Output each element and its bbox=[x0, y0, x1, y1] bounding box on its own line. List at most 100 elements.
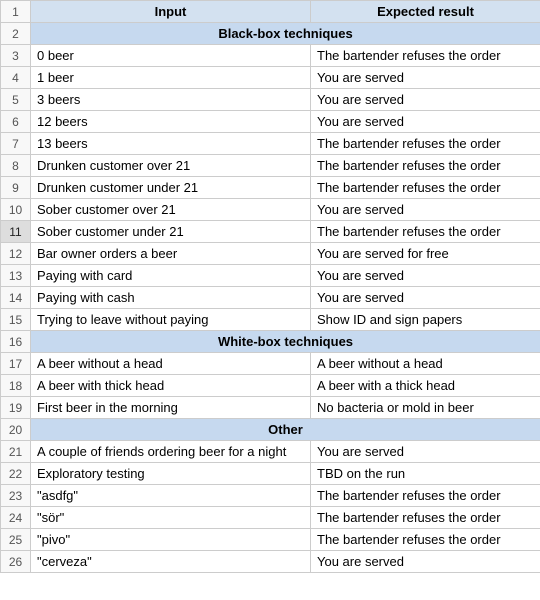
cell-expected[interactable]: You are served bbox=[311, 67, 540, 89]
column-header-input[interactable]: Input bbox=[31, 1, 311, 23]
table-row[interactable]: 17A beer without a headA beer without a … bbox=[1, 353, 540, 375]
row-number[interactable]: 13 bbox=[1, 265, 31, 287]
cell-expected[interactable]: The bartender refuses the order bbox=[311, 221, 540, 243]
table-row[interactable]: 2Black-box techniques bbox=[1, 23, 540, 45]
row-number[interactable]: 9 bbox=[1, 177, 31, 199]
cell-expected[interactable]: TBD on the run bbox=[311, 463, 540, 485]
row-number[interactable]: 7 bbox=[1, 133, 31, 155]
row-number[interactable]: 15 bbox=[1, 309, 31, 331]
cell-input[interactable]: 3 beers bbox=[31, 89, 311, 111]
section-header[interactable]: Other bbox=[31, 419, 540, 441]
section-header[interactable]: Black-box techniques bbox=[31, 23, 540, 45]
cell-expected[interactable]: The bartender refuses the order bbox=[311, 529, 540, 551]
cell-input[interactable]: 1 beer bbox=[31, 67, 311, 89]
cell-expected[interactable]: You are served bbox=[311, 265, 540, 287]
cell-expected[interactable]: You are served bbox=[311, 89, 540, 111]
row-number[interactable]: 21 bbox=[1, 441, 31, 463]
row-number[interactable]: 10 bbox=[1, 199, 31, 221]
table-row[interactable]: 26"cerveza"You are served bbox=[1, 551, 540, 573]
table-row[interactable]: 713 beersThe bartender refuses the order bbox=[1, 133, 540, 155]
cell-expected[interactable]: The bartender refuses the order bbox=[311, 45, 540, 67]
table-row[interactable]: 23"asdfg"The bartender refuses the order bbox=[1, 485, 540, 507]
cell-input[interactable]: Drunken customer over 21 bbox=[31, 155, 311, 177]
row-number[interactable]: 2 bbox=[1, 23, 31, 45]
table-row[interactable]: 53 beersYou are served bbox=[1, 89, 540, 111]
cell-input[interactable]: Exploratory testing bbox=[31, 463, 311, 485]
table-row[interactable]: 8Drunken customer over 21The bartender r… bbox=[1, 155, 540, 177]
table-row[interactable]: 16White-box techniques bbox=[1, 331, 540, 353]
row-number[interactable]: 20 bbox=[1, 419, 31, 441]
cell-expected[interactable]: You are served bbox=[311, 441, 540, 463]
cell-input[interactable]: 0 beer bbox=[31, 45, 311, 67]
table-row[interactable]: 19First beer in the morningNo bacteria o… bbox=[1, 397, 540, 419]
row-number[interactable]: 4 bbox=[1, 67, 31, 89]
row-number[interactable]: 3 bbox=[1, 45, 31, 67]
column-header-expected[interactable]: Expected result bbox=[311, 1, 540, 23]
row-number[interactable]: 12 bbox=[1, 243, 31, 265]
section-header[interactable]: White-box techniques bbox=[31, 331, 540, 353]
table-row[interactable]: 25"pivo"The bartender refuses the order bbox=[1, 529, 540, 551]
table-row[interactable]: 15Trying to leave without payingShow ID … bbox=[1, 309, 540, 331]
cell-input[interactable]: Sober customer under 21 bbox=[31, 221, 311, 243]
table-row[interactable]: 12Bar owner orders a beerYou are served … bbox=[1, 243, 540, 265]
row-number[interactable]: 11 bbox=[1, 221, 31, 243]
cell-input[interactable]: Paying with card bbox=[31, 265, 311, 287]
cell-expected[interactable]: You are served bbox=[311, 287, 540, 309]
cell-expected[interactable]: Show ID and sign papers bbox=[311, 309, 540, 331]
table-row[interactable]: 612 beersYou are served bbox=[1, 111, 540, 133]
table-row[interactable]: 10Sober customer over 21You are served bbox=[1, 199, 540, 221]
cell-expected[interactable]: The bartender refuses the order bbox=[311, 177, 540, 199]
row-number[interactable]: 24 bbox=[1, 507, 31, 529]
table-row[interactable]: 13Paying with cardYou are served bbox=[1, 265, 540, 287]
cell-expected[interactable]: The bartender refuses the order bbox=[311, 155, 540, 177]
cell-expected[interactable]: The bartender refuses the order bbox=[311, 133, 540, 155]
cell-input[interactable]: Trying to leave without paying bbox=[31, 309, 311, 331]
cell-input[interactable]: First beer in the morning bbox=[31, 397, 311, 419]
cell-input[interactable]: "sör" bbox=[31, 507, 311, 529]
cell-expected[interactable]: No bacteria or mold in beer bbox=[311, 397, 540, 419]
row-number[interactable]: 18 bbox=[1, 375, 31, 397]
row-number[interactable]: 22 bbox=[1, 463, 31, 485]
table-row[interactable]: 11Sober customer under 21The bartender r… bbox=[1, 221, 540, 243]
cell-input[interactable]: A beer with thick head bbox=[31, 375, 311, 397]
cell-input[interactable]: A couple of friends ordering beer for a … bbox=[31, 441, 311, 463]
table-row[interactable]: 9Drunken customer under 21The bartender … bbox=[1, 177, 540, 199]
row-number[interactable]: 5 bbox=[1, 89, 31, 111]
cell-input[interactable]: "cerveza" bbox=[31, 551, 311, 573]
row-number[interactable]: 26 bbox=[1, 551, 31, 573]
cell-expected[interactable]: You are served bbox=[311, 551, 540, 573]
cell-expected[interactable]: You are served for free bbox=[311, 243, 540, 265]
cell-input[interactable]: A beer without a head bbox=[31, 353, 311, 375]
table-row[interactable]: 30 beerThe bartender refuses the order bbox=[1, 45, 540, 67]
cell-expected[interactable]: A beer without a head bbox=[311, 353, 540, 375]
row-number[interactable]: 25 bbox=[1, 529, 31, 551]
spreadsheet-table[interactable]: 1InputExpected result2Black-box techniqu… bbox=[0, 0, 540, 573]
row-number[interactable]: 23 bbox=[1, 485, 31, 507]
cell-input[interactable]: Drunken customer under 21 bbox=[31, 177, 311, 199]
table-row[interactable]: 41 beerYou are served bbox=[1, 67, 540, 89]
cell-input[interactable]: "pivo" bbox=[31, 529, 311, 551]
row-number[interactable]: 17 bbox=[1, 353, 31, 375]
row-number[interactable]: 1 bbox=[1, 1, 31, 23]
table-row[interactable]: 24"sör"The bartender refuses the order bbox=[1, 507, 540, 529]
table-row[interactable]: 1InputExpected result bbox=[1, 1, 540, 23]
row-number[interactable]: 6 bbox=[1, 111, 31, 133]
row-number[interactable]: 8 bbox=[1, 155, 31, 177]
table-row[interactable]: 14Paying with cashYou are served bbox=[1, 287, 540, 309]
cell-input[interactable]: "asdfg" bbox=[31, 485, 311, 507]
cell-input[interactable]: 12 beers bbox=[31, 111, 311, 133]
cell-input[interactable]: Paying with cash bbox=[31, 287, 311, 309]
cell-input[interactable]: Sober customer over 21 bbox=[31, 199, 311, 221]
cell-expected[interactable]: You are served bbox=[311, 111, 540, 133]
table-row[interactable]: 21A couple of friends ordering beer for … bbox=[1, 441, 540, 463]
cell-expected[interactable]: The bartender refuses the order bbox=[311, 485, 540, 507]
cell-expected[interactable]: You are served bbox=[311, 199, 540, 221]
table-row[interactable]: 18A beer with thick headA beer with a th… bbox=[1, 375, 540, 397]
row-number[interactable]: 14 bbox=[1, 287, 31, 309]
cell-expected[interactable]: The bartender refuses the order bbox=[311, 507, 540, 529]
cell-expected[interactable]: A beer with a thick head bbox=[311, 375, 540, 397]
table-row[interactable]: 22Exploratory testingTBD on the run bbox=[1, 463, 540, 485]
row-number[interactable]: 19 bbox=[1, 397, 31, 419]
cell-input[interactable]: Bar owner orders a beer bbox=[31, 243, 311, 265]
cell-input[interactable]: 13 beers bbox=[31, 133, 311, 155]
